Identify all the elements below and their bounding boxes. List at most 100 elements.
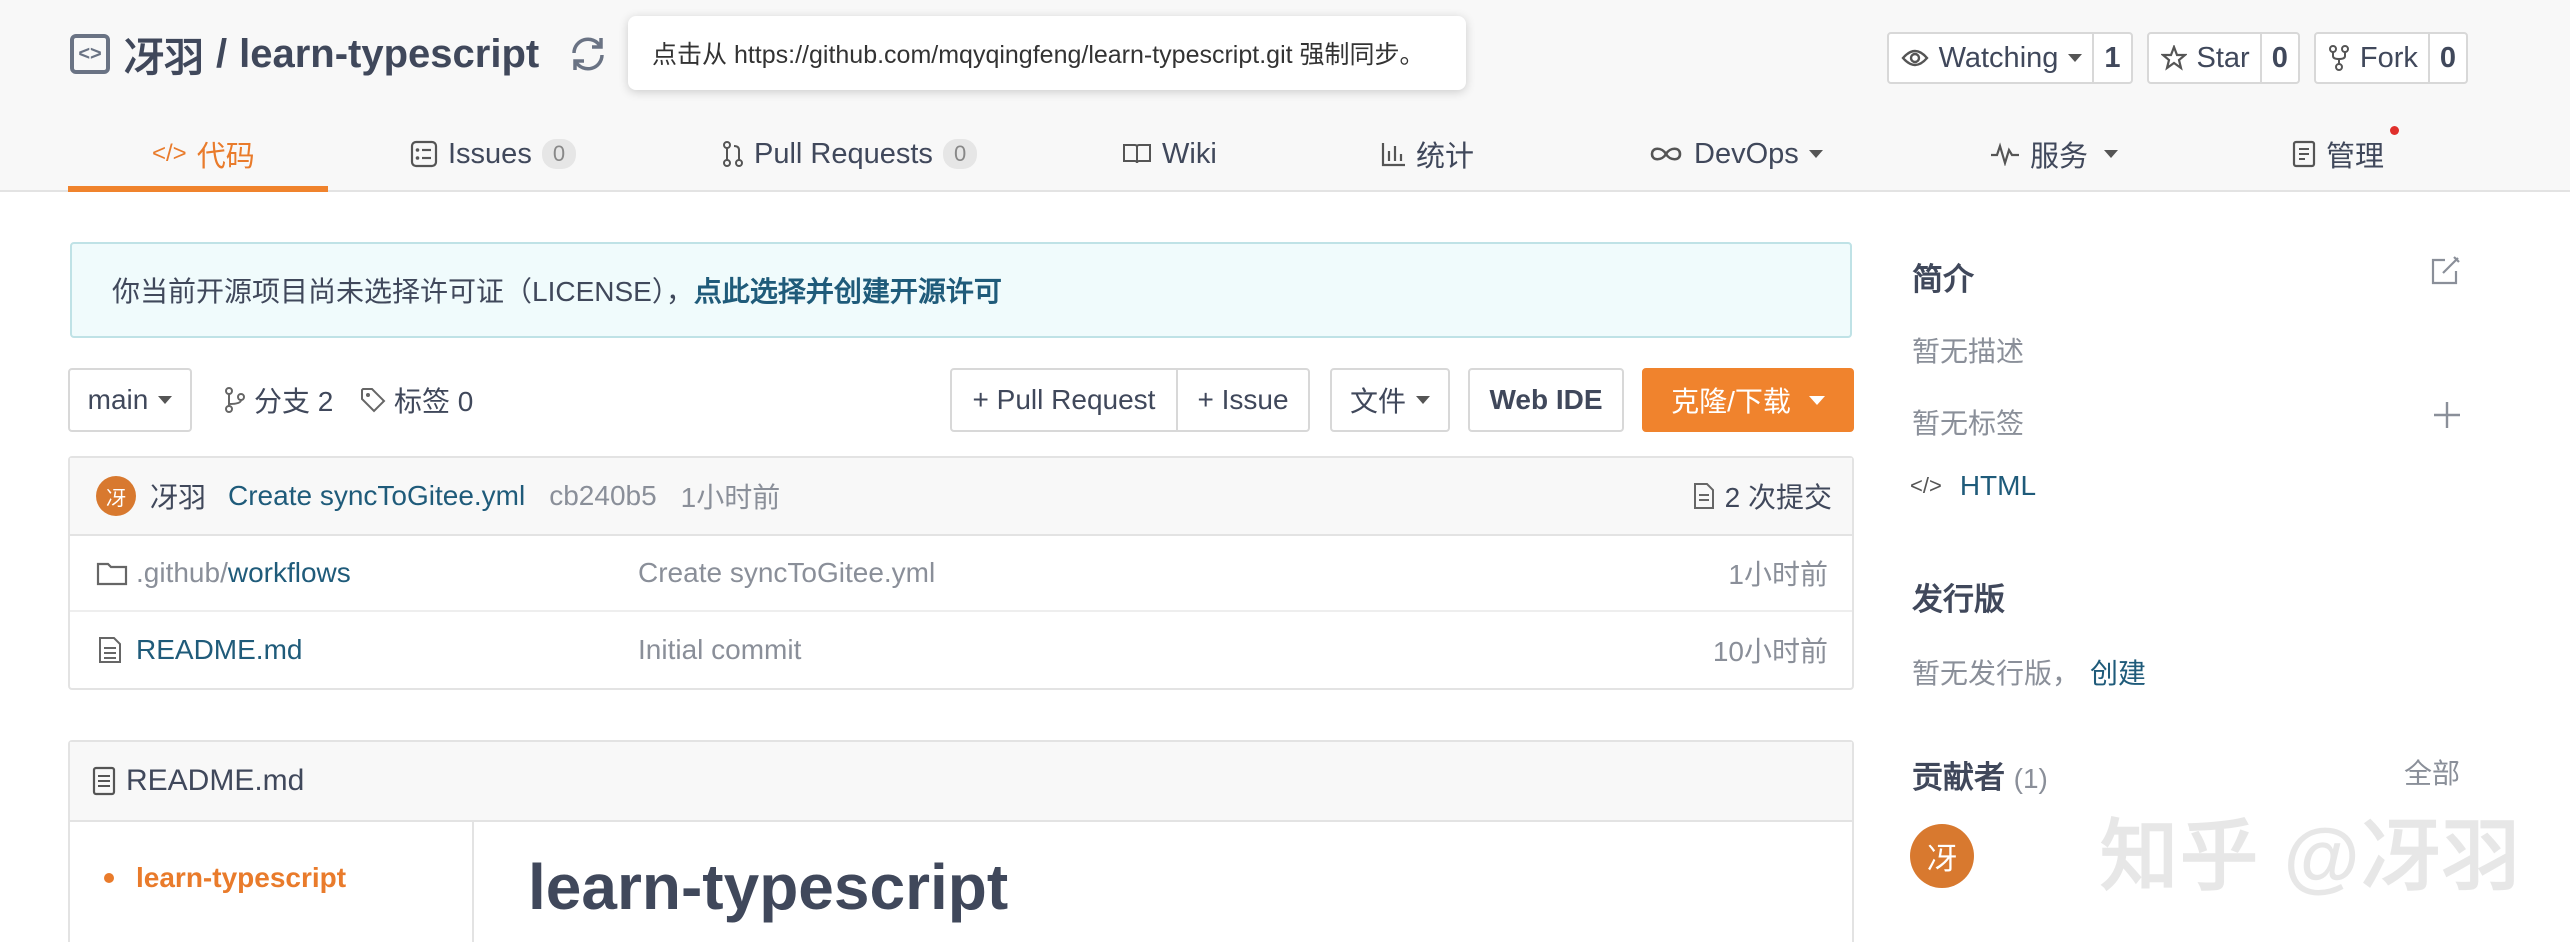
star-icon <box>2160 45 2187 71</box>
code-repo-icon: <> <box>70 34 110 74</box>
no-description-text: 暂无描述 <box>1912 336 2025 367</box>
edit-icon[interactable] <box>2430 254 2462 286</box>
watermark: 知乎 @冴羽 <box>2100 812 2522 900</box>
tab-stats[interactable]: 统计 <box>1380 118 1474 190</box>
repo-owner-link[interactable]: 冴羽 <box>124 25 204 83</box>
chevron-down-icon <box>1808 395 1825 405</box>
repo-separator: / <box>216 31 228 76</box>
new-pull-request-button[interactable]: + Pull Request <box>950 368 1178 432</box>
star-button[interactable]: Star 0 <box>2146 32 2300 84</box>
sync-icon[interactable] <box>565 31 611 77</box>
eye-icon <box>1900 49 1929 67</box>
tab-stats-label: 统计 <box>1416 141 1475 173</box>
file-name[interactable]: README.md <box>136 634 302 666</box>
web-ide-label: Web IDE <box>1489 384 1603 415</box>
readme-filename: README.md <box>126 764 305 797</box>
tag-icon <box>361 388 386 413</box>
branch-icon <box>225 387 245 413</box>
folder-icon <box>96 562 128 586</box>
toc-item-label: learn-typescript <box>136 862 347 893</box>
star-label: Star <box>2196 41 2250 74</box>
code-icon: </> <box>1910 473 1942 498</box>
commit-count: 2 次提交 <box>1724 482 1832 513</box>
chevron-down-icon <box>1416 396 1430 404</box>
commit-author[interactable]: 冴羽 <box>150 476 206 516</box>
new-pull-request-label: + Pull Request <box>972 384 1156 415</box>
add-icon[interactable] <box>2432 400 2462 430</box>
all-contributors-link[interactable]: 全部 <box>2404 752 2460 792</box>
sync-tooltip-text: 点击从 https://github.com/mqyqingfeng/learn… <box>652 41 1425 69</box>
readme-panel: README.md learn-typescript learn-typescr… <box>68 740 1854 942</box>
document-icon <box>1693 483 1714 509</box>
chevron-down-icon <box>158 396 173 404</box>
bar-chart-icon <box>1381 143 1405 167</box>
tab-pull-requests-label: Pull Requests <box>754 137 933 170</box>
commit-message-link[interactable]: Create syncToGitee.yml <box>228 480 525 512</box>
watch-count[interactable]: 1 <box>2092 34 2130 82</box>
branch-select[interactable]: main <box>68 368 192 432</box>
tab-devops-label: DevOps <box>1694 137 1799 170</box>
tab-services[interactable]: 服务 <box>1990 118 2119 190</box>
new-issue-button[interactable]: + Issue <box>1176 368 1310 432</box>
book-icon <box>1123 144 1151 164</box>
tab-pull-requests[interactable]: Pull Requests 0 <box>722 118 978 190</box>
issues-icon <box>410 140 438 168</box>
fork-count[interactable]: 0 <box>2427 34 2466 82</box>
tab-code-label: 代码 <box>196 141 255 173</box>
table-row[interactable]: README.md Initial commit 10小时前 <box>70 612 1852 688</box>
code-icon: </> <box>152 140 187 167</box>
intro-title: 简介 <box>1912 262 1974 297</box>
branches-link[interactable]: 分支 2 <box>224 368 333 432</box>
releases-title: 发行版 <box>1912 582 2005 617</box>
create-release-link[interactable]: 创建 <box>2090 658 2146 689</box>
latest-commit-row: 冴 冴羽 Create syncToGitee.yml cb240b5 1小时前… <box>70 458 1852 536</box>
clone-download-button[interactable]: 克隆/下载 <box>1642 368 1854 432</box>
tab-wiki[interactable]: Wiki <box>1122 118 1217 190</box>
fork-button[interactable]: Fork 0 <box>2313 32 2468 84</box>
tab-devops[interactable]: DevOps <box>1648 118 1823 190</box>
files-dropdown[interactable]: 文件 <box>1330 368 1450 432</box>
file-icon <box>99 637 121 663</box>
issues-count-badge: 0 <box>541 139 577 169</box>
create-license-link[interactable]: 点此选择并创建开源许可 <box>694 270 1002 310</box>
watch-button[interactable]: Watching 1 <box>1886 32 2133 84</box>
table-row[interactable]: .github/workflows Create syncToGitee.yml… <box>70 536 1852 612</box>
commit-count-link[interactable]: 2 次提交 <box>1693 476 1832 516</box>
contributors-title: 贡献者 (1) <box>1912 760 2048 795</box>
language-item[interactable]: </> HTML <box>1910 470 2036 502</box>
no-tags-text: 暂无标签 <box>1912 408 2025 439</box>
file-name[interactable]: .github/workflows <box>136 557 351 589</box>
sync-tooltip: 点击从 https://github.com/mqyqingfeng/learn… <box>628 16 1466 90</box>
avatar[interactable]: 冴 <box>1910 824 1974 888</box>
file-commit-time: 10小时前 <box>1712 636 1828 667</box>
file-commit-message[interactable]: Create syncToGitee.yml <box>638 557 935 589</box>
file-commit-message[interactable]: Initial commit <box>638 634 801 666</box>
pull-requests-count-badge: 0 <box>942 139 978 169</box>
readme-header: README.md <box>70 742 1852 822</box>
chevron-down-icon <box>1808 150 1823 158</box>
tab-manage[interactable]: 管理 <box>2292 118 2384 190</box>
tags-link[interactable]: 标签 0 <box>360 368 473 432</box>
commit-hash[interactable]: cb240b5 <box>549 480 656 512</box>
infinity-icon <box>1650 147 1682 161</box>
tab-issues[interactable]: Issues 0 <box>410 118 577 190</box>
new-issue-label: + Issue <box>1197 384 1289 415</box>
files-dropdown-label: 文件 <box>1349 386 1406 417</box>
toc-item[interactable]: learn-typescript <box>104 862 346 894</box>
active-tab-indicator <box>68 186 328 192</box>
license-notice: 你当前开源项目尚未选择许可证（LICENSE）， 点此选择并创建开源许可 <box>70 242 1852 338</box>
chevron-down-icon <box>2068 54 2083 62</box>
fork-icon <box>2328 45 2349 71</box>
file-commit-time: 1小时前 <box>1728 559 1828 590</box>
star-count[interactable]: 0 <box>2259 34 2298 82</box>
web-ide-button[interactable]: Web IDE <box>1468 368 1624 432</box>
chevron-down-icon <box>2104 150 2119 158</box>
branches-count: 分支 2 <box>254 386 334 417</box>
avatar[interactable]: 冴 <box>96 476 136 516</box>
repo-name-link[interactable]: learn-typescript <box>239 32 539 77</box>
bullet-icon <box>104 873 114 883</box>
document-icon <box>92 766 116 796</box>
tab-code[interactable]: </> 代码 <box>152 118 255 190</box>
branch-select-label: main <box>87 384 149 415</box>
no-releases-text: 暂无发行版， 创建 <box>1912 658 2147 689</box>
